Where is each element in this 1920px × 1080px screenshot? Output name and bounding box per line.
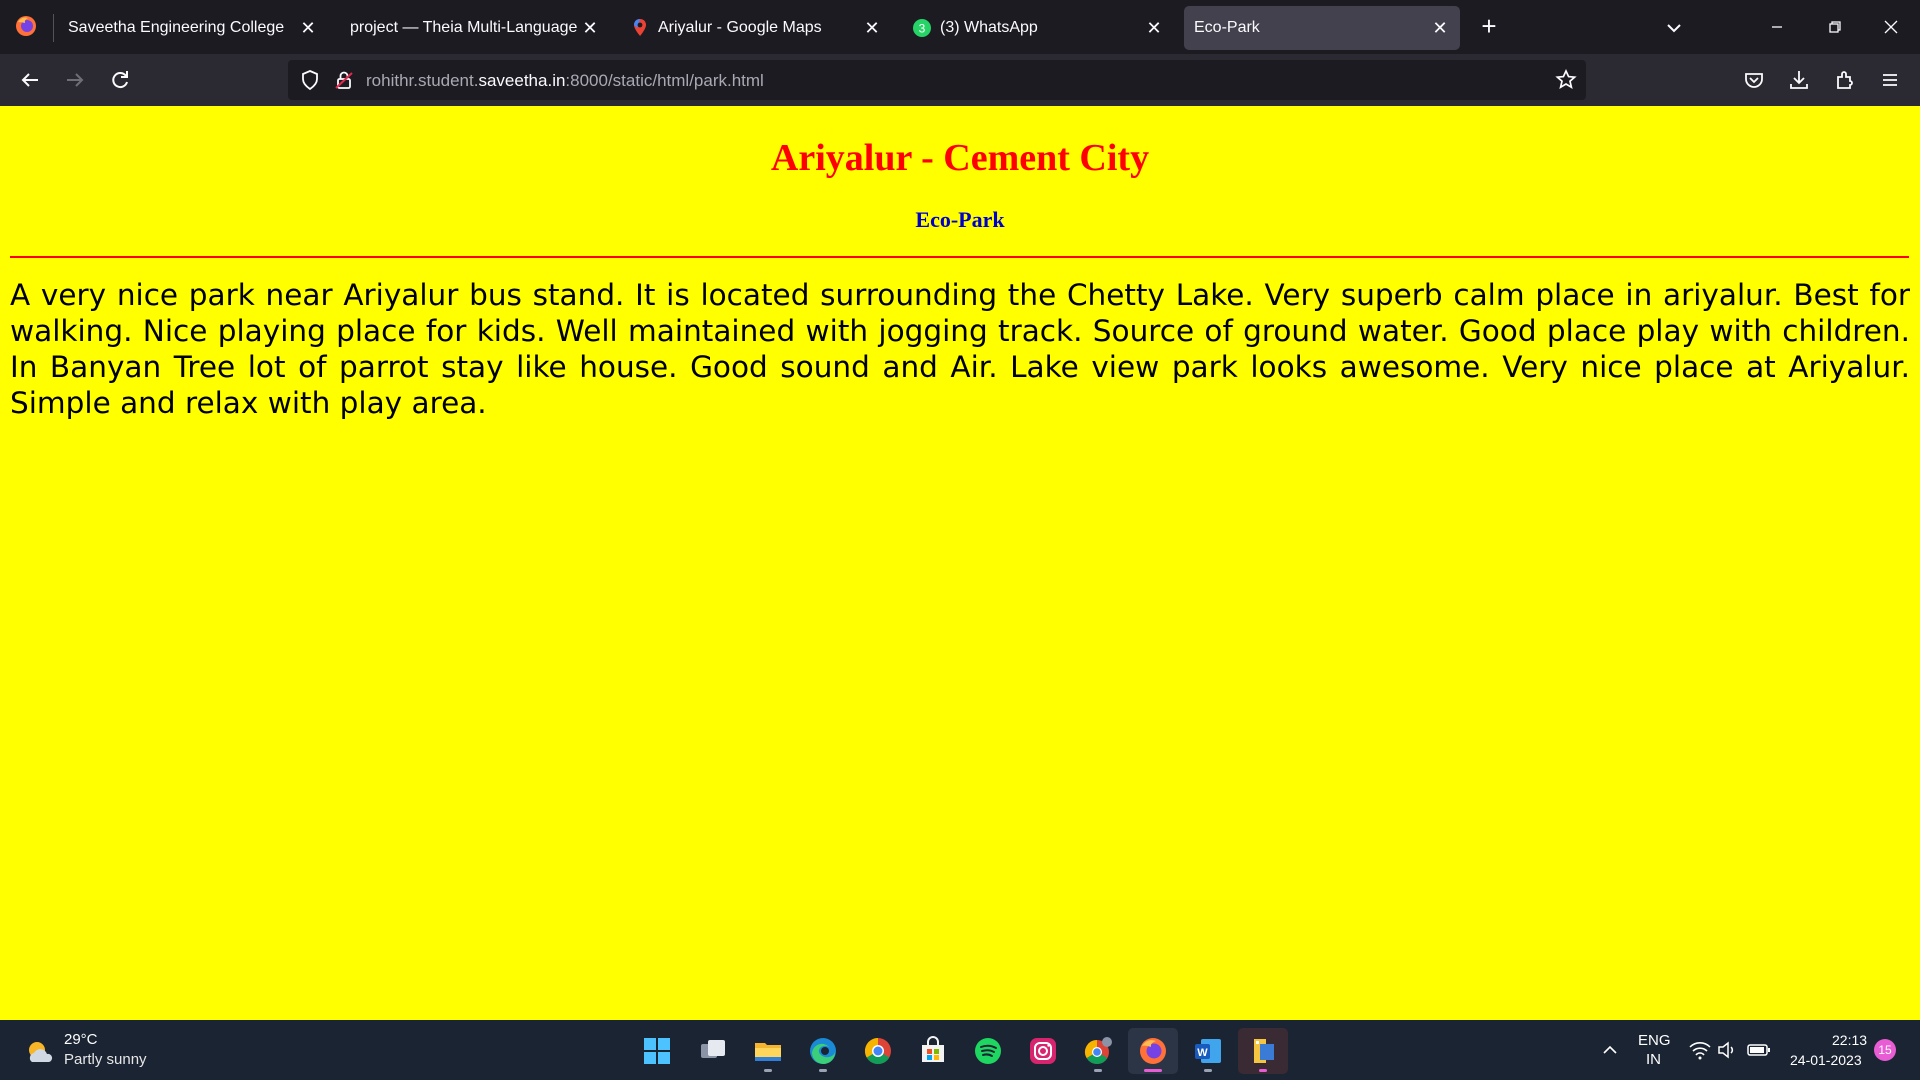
google-maps-icon xyxy=(634,19,646,36)
running-indicator xyxy=(1204,1069,1212,1072)
close-tab-icon[interactable]: ✕ xyxy=(862,18,882,38)
minimize-icon[interactable] xyxy=(1762,12,1792,42)
active-indicator xyxy=(1144,1069,1162,1072)
tab-eco-park[interactable]: Eco-Park ✕ xyxy=(1184,6,1460,50)
tab-title: Ariyalur - Google Maps xyxy=(658,19,822,36)
clock-time[interactable]: 22:13 xyxy=(1832,1032,1867,1048)
page-subtitle: Eco-Park xyxy=(915,207,1005,232)
chrome-icon xyxy=(864,1037,891,1065)
restore-icon[interactable] xyxy=(1820,12,1850,42)
language-code[interactable]: ENG xyxy=(1638,1032,1671,1049)
tab-title: (3) WhatsApp xyxy=(940,19,1038,36)
chrome-profile-icon xyxy=(1084,1037,1112,1065)
tab-title: project — Theia Multi-Language Ex xyxy=(350,19,578,36)
back-arrow-icon[interactable] xyxy=(16,66,44,94)
clock-date[interactable]: 24-01-2023 xyxy=(1790,1052,1862,1068)
word-icon: W xyxy=(1195,1039,1221,1063)
url-suffix: :8000/static/html/park.html xyxy=(565,71,764,90)
pocket-icon[interactable] xyxy=(1740,66,1768,94)
close-window-icon[interactable] xyxy=(1876,12,1906,42)
close-tab-icon[interactable]: ✕ xyxy=(1430,18,1450,38)
tab-google-maps[interactable]: Ariyalur - Google Maps ✕ xyxy=(618,6,892,50)
address-bar[interactable]: rohithr.student.saveetha.in:8000/static/… xyxy=(288,60,1586,100)
tab-saveetha[interactable]: Saveetha Engineering College ✕ xyxy=(54,6,328,50)
folder-icon xyxy=(755,1043,781,1061)
partly-sunny-icon[interactable] xyxy=(24,1036,56,1068)
tab-theia-project[interactable]: project — Theia Multi-Language Ex ✕ xyxy=(336,6,610,50)
winrar-button[interactable] xyxy=(1238,1028,1288,1074)
notification-badge[interactable]: 15 xyxy=(1874,1039,1896,1061)
shield-icon[interactable] xyxy=(298,68,322,92)
chrome-button[interactable] xyxy=(853,1028,903,1074)
close-tab-icon[interactable]: ✕ xyxy=(298,18,318,38)
language-region[interactable]: IN xyxy=(1646,1051,1661,1068)
hamburger-menu-icon[interactable] xyxy=(1876,66,1904,94)
svg-text:W: W xyxy=(1197,1047,1208,1059)
horizontal-rule xyxy=(10,256,1909,258)
insecure-lock-icon[interactable] xyxy=(332,68,356,92)
extensions-icon[interactable] xyxy=(1831,66,1859,94)
running-indicator xyxy=(1094,1069,1102,1072)
edge-button[interactable] xyxy=(798,1028,848,1074)
task-view-button[interactable] xyxy=(688,1028,738,1074)
page-paragraph: A very nice park near Ariyalur bus stand… xyxy=(10,278,1910,420)
downloads-icon[interactable] xyxy=(1785,66,1813,94)
running-indicator xyxy=(819,1069,827,1072)
tab-whatsapp[interactable]: 3 (3) WhatsApp ✕ xyxy=(900,6,1174,50)
windows-start-icon xyxy=(644,1038,670,1064)
weather-description[interactable]: Partly sunny xyxy=(64,1051,147,1068)
chevron-up-icon[interactable] xyxy=(1600,1040,1620,1060)
weather-temperature[interactable]: 29°C xyxy=(64,1031,98,1048)
url-prefix: rohithr.student. xyxy=(366,71,479,90)
tab-bar: Saveetha Engineering College ✕ project —… xyxy=(0,0,1920,54)
forward-arrow-icon[interactable] xyxy=(61,66,89,94)
edge-icon xyxy=(810,1038,836,1065)
store-icon xyxy=(922,1036,944,1062)
instagram-icon xyxy=(1030,1038,1056,1064)
taskbar: 29°C Partly sunny W ENG IN 22:13 24-01-2… xyxy=(0,1020,1920,1080)
bookmark-star-icon[interactable] xyxy=(1554,68,1578,92)
file-explorer-button[interactable] xyxy=(743,1028,793,1074)
instagram-button[interactable] xyxy=(1018,1028,1068,1074)
url-domain: saveetha.in xyxy=(478,71,566,90)
firefox-icon xyxy=(1140,1038,1166,1064)
page-title: Ariyalur - Cement City xyxy=(770,137,1150,179)
word-button[interactable]: W xyxy=(1183,1028,1233,1074)
whatsapp-icon: 3 xyxy=(913,19,931,37)
close-tab-icon[interactable]: ✕ xyxy=(1144,18,1164,38)
spotify-button[interactable] xyxy=(963,1028,1013,1074)
navigation-bar: rohithr.student.saveetha.in:8000/static/… xyxy=(0,54,1920,106)
whatsapp-badge: 3 xyxy=(919,22,926,36)
task-view-icon xyxy=(701,1040,725,1058)
firefox-button[interactable] xyxy=(1128,1028,1178,1074)
tab-title: Eco-Park xyxy=(1194,19,1260,36)
close-tab-icon[interactable]: ✕ xyxy=(580,18,600,38)
archive-icon xyxy=(1254,1039,1274,1063)
volume-icon[interactable] xyxy=(1716,1039,1740,1061)
battery-icon[interactable] xyxy=(1746,1040,1772,1060)
reload-icon[interactable] xyxy=(106,66,134,94)
new-tab-button[interactable]: + xyxy=(1475,13,1503,41)
wifi-icon[interactable] xyxy=(1688,1039,1712,1061)
url-text[interactable]: rohithr.student.saveetha.in:8000/static/… xyxy=(366,71,764,91)
page-content: Ariyalur - Cement City Eco-Park A very n… xyxy=(0,106,1920,1020)
spotify-icon xyxy=(975,1038,1001,1064)
chevron-down-icon[interactable] xyxy=(1660,14,1688,42)
running-indicator xyxy=(1259,1069,1267,1072)
tab-title: Saveetha Engineering College xyxy=(68,19,285,36)
running-indicator xyxy=(764,1069,772,1072)
start-button[interactable] xyxy=(632,1028,682,1074)
firefox-menu-icon[interactable] xyxy=(14,14,38,38)
chrome-profile-button[interactable] xyxy=(1073,1028,1123,1074)
microsoft-store-button[interactable] xyxy=(908,1028,958,1074)
